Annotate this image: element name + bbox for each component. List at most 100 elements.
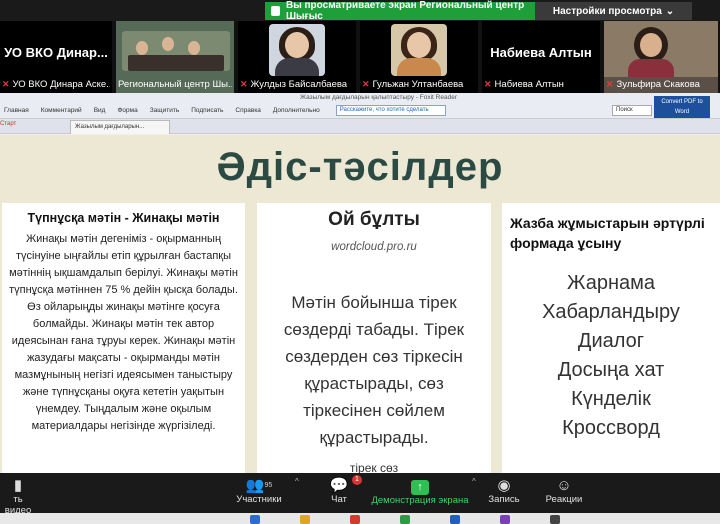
- menu-item[interactable]: Защитить: [150, 107, 180, 114]
- share-screen-icon: ↑: [411, 480, 429, 495]
- taskbar-app-icon[interactable]: [450, 515, 460, 524]
- participant-label: ✕ Набиева Алтын: [484, 78, 598, 91]
- video-button[interactable]: ▮ ть видео: [0, 477, 36, 516]
- view-settings-label: Настройки просмотра: [552, 5, 662, 17]
- share-status: Вы просматриваете экран Региональный цен…: [265, 0, 535, 22]
- tab-document[interactable]: Жазылым дағдыларын...: [70, 120, 170, 134]
- reader-toolbar: Жазылым дағдыларын қалыптастыру - Foxit …: [0, 93, 720, 119]
- participant-big-name: УО ВКО Динар...: [4, 45, 108, 60]
- chat-icon: 💬: [329, 477, 349, 494]
- tell-me-search[interactable]: Расскажите, что хотите сделать: [335, 105, 446, 116]
- chat-label: Чат: [331, 494, 347, 505]
- participant-label: ✕ Гульжан Ултанбаева: [362, 78, 476, 91]
- menu-item[interactable]: Подписать: [191, 107, 223, 114]
- participant-tile[interactable]: ✕ Гульжан Ултанбаева: [360, 21, 480, 93]
- window-title: Жазылым дағдыларын қалыптастыру - Foxit …: [300, 94, 457, 101]
- participant-label: ✕ Жулдыз Байсалбаева: [240, 78, 354, 91]
- column-heading: Түпнұсқа мәтін - Жинақы мәтін: [27, 211, 220, 225]
- list-item: Диалог: [577, 330, 645, 352]
- presentation-slide: Әдіс-тәсілдер Түпнұсқа мәтін - Жинақы мә…: [0, 135, 720, 475]
- slide-title: Әдіс-тәсілдер: [216, 145, 504, 189]
- participant-big-name: Набиева Алтын: [490, 45, 592, 60]
- column-body: Мәтін бойынша тірек сөздерді табады. Тір…: [283, 293, 465, 447]
- record-button[interactable]: ◉ Запись: [484, 477, 524, 505]
- list-item: Хабарландыру: [542, 301, 680, 323]
- column-heading: Ой бұлты: [328, 209, 420, 230]
- chevron-up-icon[interactable]: ^: [295, 477, 299, 486]
- participants-icon: 👥95: [245, 477, 273, 494]
- menu-item[interactable]: Главная: [4, 107, 29, 114]
- document-tabs: Старт Жазылым дағдыларын...: [0, 119, 720, 134]
- record-icon: ◉: [497, 477, 511, 494]
- reactions-button[interactable]: ☺ Реакции: [542, 477, 586, 505]
- participant-label: ✕ УО ВКО Динара Аске...: [2, 78, 110, 91]
- participant-label: Региональный центр Шы...: [118, 78, 232, 91]
- view-settings-button[interactable]: Настройки просмотра ⌄: [535, 2, 692, 20]
- screen-share-banner: Вы просматриваете экран Региональный цен…: [265, 0, 692, 22]
- participants-count: 95: [264, 482, 273, 489]
- taskbar-app-icon[interactable]: [250, 515, 260, 524]
- chat-badge: 1: [352, 475, 362, 485]
- muted-mic-icon: ✕: [240, 79, 248, 89]
- taskbar-app-icon[interactable]: [350, 515, 360, 524]
- participant-tile[interactable]: ✕ Жулдыз Байсалбаева: [238, 21, 358, 93]
- list-item: Жарнама: [567, 272, 655, 294]
- participant-name: Гульжан Ултанбаева: [372, 79, 464, 90]
- menu-item[interactable]: Форма: [117, 107, 137, 114]
- participant-tile[interactable]: Региональный центр Шы...: [116, 21, 236, 93]
- slide-column-forms: Жазба жұмыстарын әртүрлі формада ұсыну Ж…: [502, 203, 720, 475]
- record-label: Запись: [488, 494, 520, 505]
- video-icon: ▮: [13, 477, 23, 494]
- muted-mic-icon: ✕: [606, 79, 614, 89]
- participant-tile[interactable]: ✕ Зульфира Скакова: [604, 21, 720, 93]
- zoom-window: Вы просматриваете экран Региональный цен…: [0, 0, 720, 524]
- chevron-up-icon[interactable]: ^: [472, 477, 476, 486]
- participant-strip: УО ВКО Динар... ✕ УО ВКО Динара Аске... Р…: [0, 21, 720, 93]
- share-screen-label: Демонстрация экрана: [371, 495, 469, 506]
- taskbar-app-icon[interactable]: [400, 515, 410, 524]
- avatar: [391, 24, 447, 76]
- menu-item[interactable]: Дополнительно: [273, 107, 320, 114]
- taskbar-app-icon[interactable]: [500, 515, 510, 524]
- chat-button[interactable]: 💬 1 Чат: [322, 475, 362, 505]
- muted-mic-icon: ✕: [2, 79, 10, 89]
- muted-mic-icon: ✕: [362, 79, 370, 89]
- share-screen-button[interactable]: ↑ Демонстрация экрана: [370, 477, 470, 506]
- participant-name: Набиева Алтын: [494, 79, 564, 90]
- participant-name: УО ВКО Динара Аске...: [12, 79, 110, 90]
- menu-item[interactable]: Вид: [94, 107, 106, 114]
- participants-button[interactable]: 👥95 Участники: [230, 477, 288, 505]
- chevron-down-icon: ⌄: [665, 5, 675, 17]
- column-body: Жинақы мәтін дегеніміз - оқырманның түсі…: [9, 233, 238, 432]
- ribbon-menu: Главная Комментарий Вид Форма Защитить П…: [4, 107, 320, 114]
- participant-tile[interactable]: УО ВКО Динар... ✕ УО ВКО Динара Аске...: [0, 21, 114, 93]
- participant-name: Жулдыз Байсалбаева: [250, 79, 348, 90]
- list-item: Күнделік: [571, 388, 651, 410]
- muted-mic-icon: ✕: [484, 79, 492, 89]
- taskbar-app-icon[interactable]: [550, 515, 560, 524]
- slide-column-summary: Түпнұсқа мәтін - Жинақы мәтін Жинақы мәт…: [2, 203, 245, 475]
- list-item: Кроссворд: [562, 417, 660, 439]
- list-item: Досыңа хат: [557, 359, 665, 381]
- participant-name: Региональный центр Шы...: [118, 79, 232, 90]
- video-frame: [604, 21, 718, 77]
- column-link: wordcloud.pro.ru: [331, 241, 417, 253]
- forms-list: Жарнама Хабарландыру Диалог Досыңа хат К…: [506, 269, 716, 443]
- participant-label: ✕ Зульфира Скакова: [606, 78, 716, 91]
- participant-tile[interactable]: Набиева Алтын ✕ Набиева Алтын: [482, 21, 602, 93]
- participant-name: Зульфира Скакова: [616, 79, 700, 90]
- menu-item[interactable]: Справка: [235, 107, 261, 114]
- screen-share-icon: [271, 6, 280, 16]
- taskbar-app-icon[interactable]: [300, 515, 310, 524]
- participants-label: Участники: [236, 494, 282, 505]
- share-status-text: Вы просматриваете экран Региональный цен…: [285, 0, 525, 22]
- taskbar: [0, 513, 720, 524]
- tab-start[interactable]: Старт: [0, 121, 16, 127]
- shared-screen: Жазылым дағдыларын қалыптастыру - Foxit …: [0, 93, 720, 475]
- smiley-icon: ☺: [556, 477, 572, 494]
- convert-pdf-button[interactable]: Convert PDF to Word: [654, 96, 710, 118]
- video-frame: [122, 31, 230, 71]
- menu-item[interactable]: Комментарий: [41, 107, 82, 114]
- find-input[interactable]: Поиск: [612, 105, 652, 116]
- avatar: [269, 24, 325, 76]
